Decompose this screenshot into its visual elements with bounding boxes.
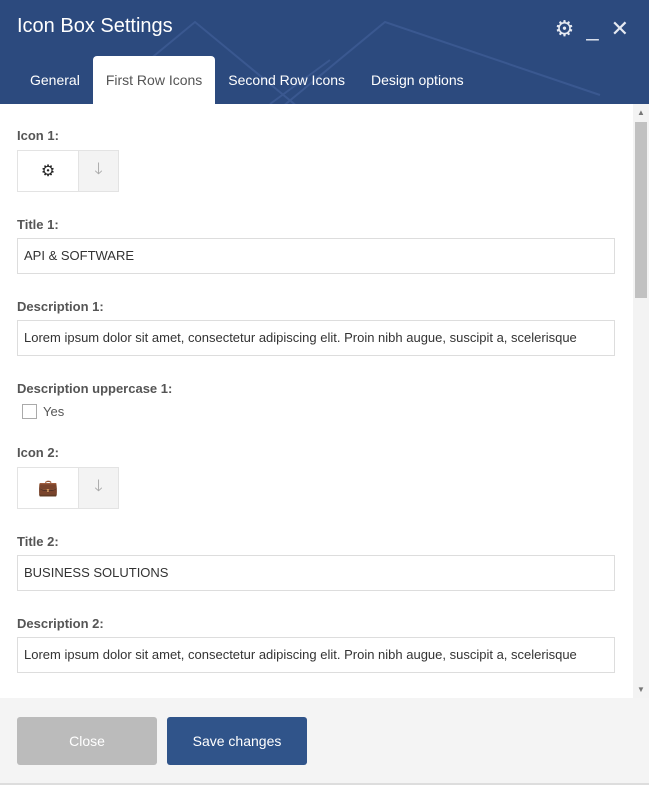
scrollbar-thumb[interactable] [635, 122, 647, 298]
icon1-picker[interactable]: ⚙ 🡓 [17, 150, 119, 192]
close-icon[interactable]: ✕ [611, 16, 629, 42]
arrow-down-icon[interactable]: 🡓 [79, 151, 118, 191]
modal-header: Icon Box Settings ⚙ _ ✕ General First Ro… [0, 0, 649, 104]
minimize-icon[interactable]: _ [586, 16, 598, 42]
tab-first-row-icons[interactable]: First Row Icons [92, 56, 216, 104]
arrow-down-icon[interactable]: 🡓 [79, 468, 118, 508]
briefcase-icon: 💼 [18, 468, 79, 508]
modal-footer: Close Save changes [0, 698, 649, 785]
desc1-input[interactable]: Lorem ipsum dolor sit amet, consectetur … [17, 320, 615, 356]
title1-input[interactable]: API & SOFTWARE [17, 238, 615, 274]
gear-icon[interactable]: ⚙ [555, 16, 575, 42]
close-button[interactable]: Close [17, 717, 157, 765]
desc2-label: Description 2: [17, 616, 104, 631]
tab-second-row-icons[interactable]: Second Row Icons [215, 56, 358, 104]
settings-form: Icon 1: ⚙ 🡓 Title 1: API & SOFTWARE Desc… [0, 104, 633, 698]
checkbox[interactable] [22, 404, 37, 419]
title2-label: Title 2: [17, 534, 59, 549]
icon2-picker[interactable]: 💼 🡓 [17, 467, 119, 509]
upper1-label: Description uppercase 1: [17, 381, 173, 396]
scroll-up-icon[interactable]: ▲ [633, 108, 649, 117]
title2-input[interactable]: BUSINESS SOLUTIONS [17, 555, 615, 591]
tab-design-options[interactable]: Design options [358, 56, 477, 104]
save-changes-button[interactable]: Save changes [167, 717, 307, 765]
scrollbar[interactable]: ▲ ▼ [633, 104, 649, 698]
icon1-label: Icon 1: [17, 128, 59, 143]
modal-title: Icon Box Settings [17, 15, 173, 37]
upper1-option: Yes [43, 404, 65, 419]
desc2-input[interactable]: Lorem ipsum dolor sit amet, consectetur … [17, 637, 615, 673]
icon2-label: Icon 2: [17, 445, 59, 460]
upper1-checkbox[interactable]: Yes [22, 404, 64, 419]
cogs-icon: ⚙ [18, 151, 79, 191]
tab-general[interactable]: General [17, 56, 93, 104]
title1-label: Title 1: [17, 217, 59, 232]
desc1-label: Description 1: [17, 299, 104, 314]
scroll-down-icon[interactable]: ▼ [633, 685, 649, 694]
